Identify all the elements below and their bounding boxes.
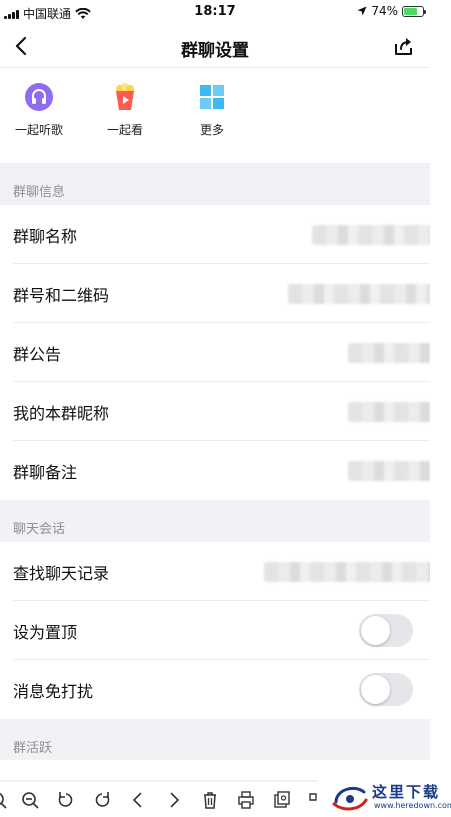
phone-screen: 中国联通 18:17 74% 群聊设置 一起听歌 一起看 更多 群聊信息 群聊名… xyxy=(0,0,430,817)
next-icon[interactable] xyxy=(164,790,184,810)
nav-bar: 群聊设置 xyxy=(0,26,430,68)
status-bar: 中国联通 18:17 74% xyxy=(0,0,430,26)
status-right: 74% xyxy=(357,4,426,18)
redacted-value xyxy=(348,343,430,363)
section-header-activity: 群活跃 xyxy=(13,741,53,756)
row-label: 群公告 xyxy=(13,345,62,364)
do-not-disturb-toggle[interactable] xyxy=(359,673,413,706)
redacted-value xyxy=(348,402,430,422)
copy-icon[interactable] xyxy=(272,790,292,810)
section-header-group-info: 群聊信息 xyxy=(13,185,66,200)
row-label: 群聊名称 xyxy=(13,227,78,246)
trash-icon[interactable] xyxy=(200,790,220,810)
battery-icon xyxy=(402,5,426,17)
row-group-remark[interactable]: 群聊备注 xyxy=(0,441,430,500)
grid-icon xyxy=(200,85,224,109)
toggle-knob xyxy=(361,616,390,645)
earphones-icon xyxy=(25,83,53,111)
row-label: 查找聊天记录 xyxy=(13,564,110,583)
pin-to-top-toggle[interactable] xyxy=(359,614,413,647)
row-label: 群号和二维码 xyxy=(13,286,110,305)
share-out-icon[interactable] xyxy=(392,34,416,58)
page-title: 群聊设置 xyxy=(181,41,249,61)
zoom-out-icon[interactable] xyxy=(20,790,40,810)
redacted-value xyxy=(312,225,430,245)
row-group-name[interactable]: 群聊名称 xyxy=(0,205,430,264)
toggle-knob xyxy=(361,675,390,704)
quick-action-label: 更多 xyxy=(199,123,224,137)
watermark: 这里下载 www.heredown.com xyxy=(318,776,451,817)
battery-percent: 74% xyxy=(371,4,398,18)
viewer-margin xyxy=(430,0,451,817)
rotate-left-icon[interactable] xyxy=(56,790,76,810)
heredown-logo-icon xyxy=(332,786,368,811)
row-group-announcement[interactable]: 群公告 xyxy=(0,323,430,382)
redacted-value xyxy=(348,461,430,481)
watermark-url: www.heredown.com xyxy=(374,801,451,810)
row-do-not-disturb: 消息免打扰 xyxy=(0,660,430,719)
redacted-value xyxy=(264,562,430,582)
row-label: 设为置顶 xyxy=(13,623,78,642)
rotate-right-icon[interactable] xyxy=(92,790,112,810)
row-group-number-qrcode[interactable]: 群号和二维码 xyxy=(0,264,430,323)
popcorn-icon xyxy=(116,83,134,110)
location-arrow-icon xyxy=(357,6,367,16)
row-label: 我的本群昵称 xyxy=(13,404,110,423)
previous-icon[interactable] xyxy=(128,790,148,810)
quick-action-label: 一起看 xyxy=(106,123,143,137)
row-label: 群聊备注 xyxy=(13,463,78,482)
print-icon[interactable] xyxy=(236,790,256,810)
row-pin-to-top: 设为置顶 xyxy=(0,601,430,660)
section-header-chat: 聊天会话 xyxy=(13,522,66,537)
row-my-group-nickname[interactable]: 我的本群昵称 xyxy=(0,382,430,441)
quick-action-more[interactable]: 更多 xyxy=(177,82,247,138)
quick-action-label: 一起听歌 xyxy=(14,123,63,137)
redacted-value xyxy=(288,284,430,304)
row-search-chat-history[interactable]: 查找聊天记录 xyxy=(0,542,430,601)
zoom-in-icon[interactable] xyxy=(0,790,8,810)
quick-actions: 一起听歌 一起看 更多 xyxy=(0,68,430,163)
quick-action-watch-together[interactable]: 一起看 xyxy=(90,82,160,138)
row-label: 消息免打扰 xyxy=(13,682,94,701)
watermark-title: 这里下载 xyxy=(372,783,441,801)
quick-action-listen-together[interactable]: 一起听歌 xyxy=(4,82,74,138)
